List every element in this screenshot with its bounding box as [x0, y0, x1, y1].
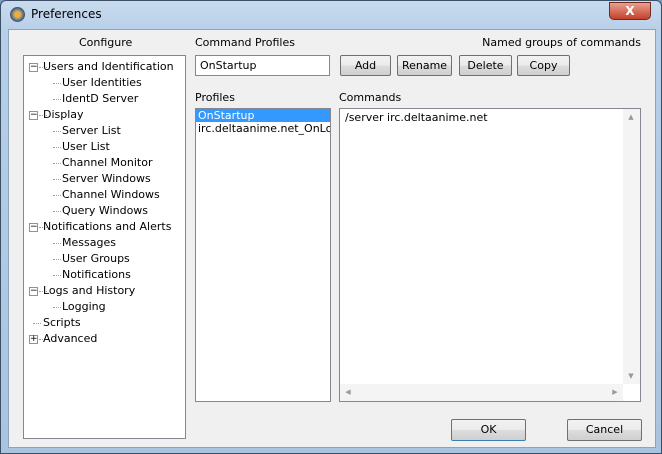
- configure-tree[interactable]: − Users and Identification User Identities…: [23, 55, 186, 439]
- delete-button[interactable]: Delete: [459, 55, 512, 76]
- add-button[interactable]: Add: [340, 55, 391, 76]
- commands-textarea[interactable]: /server irc.deltaanime.net ▲ ▼ ◀ ▶: [339, 108, 641, 402]
- window-title: Preferences: [31, 7, 102, 21]
- profiles-description: Named groups of commands: [482, 36, 641, 49]
- scroll-up-icon[interactable]: ▲: [623, 113, 639, 121]
- profile-item[interactable]: irc.deltaanime.net_OnLogg: [196, 122, 330, 135]
- tree-connector: [53, 83, 61, 84]
- copy-button[interactable]: Copy: [517, 55, 570, 76]
- tree-connector: [53, 243, 61, 244]
- tree-connector: [53, 259, 61, 260]
- command-profiles-label: Command Profiles: [195, 36, 295, 49]
- tree-item[interactable]: Channel Windows: [62, 188, 160, 202]
- tree-item[interactable]: Advanced: [43, 332, 97, 346]
- collapse-icon[interactable]: −: [29, 63, 38, 72]
- app-icon: [10, 7, 25, 22]
- collapse-icon[interactable]: −: [29, 223, 38, 232]
- rename-button[interactable]: Rename: [397, 55, 452, 76]
- profiles-label: Profiles: [195, 91, 235, 104]
- tree-connector: [53, 307, 61, 308]
- tree-connector: [53, 275, 61, 276]
- profile-name-input[interactable]: OnStartup: [195, 55, 330, 76]
- tree-item[interactable]: Query Windows: [62, 204, 148, 218]
- profile-item[interactable]: OnStartup: [196, 109, 330, 122]
- tree-item[interactable]: User Groups: [62, 252, 130, 266]
- collapse-icon[interactable]: −: [29, 111, 38, 120]
- collapse-icon[interactable]: −: [29, 287, 38, 296]
- ok-button[interactable]: OK: [451, 419, 526, 441]
- tree-item[interactable]: Notifications and Alerts: [43, 220, 171, 234]
- tree-item[interactable]: IdentD Server: [62, 92, 138, 106]
- tree-item[interactable]: Notifications: [62, 268, 131, 282]
- close-button[interactable]: X: [609, 2, 651, 20]
- scroll-right-icon[interactable]: ▶: [607, 388, 623, 396]
- tree-item[interactable]: Users and Identification: [43, 60, 174, 74]
- tree-connector: [53, 147, 61, 148]
- tree-connector: [53, 179, 61, 180]
- tree-connector: [53, 131, 61, 132]
- tree-item[interactable]: Scripts: [43, 316, 81, 330]
- preferences-window: Preferences X Configure − Users and Ident…: [0, 0, 662, 454]
- profiles-list[interactable]: OnStartup irc.deltaanime.net_OnLogg: [195, 108, 331, 402]
- tree-item[interactable]: Server List: [62, 124, 121, 138]
- tree-item[interactable]: User List: [62, 140, 110, 154]
- tree-item[interactable]: User Identities: [62, 76, 142, 90]
- dialog-body: Configure − Users and Identification User …: [8, 29, 656, 448]
- tree-connector: [53, 195, 61, 196]
- scroll-left-icon[interactable]: ◀: [340, 388, 356, 396]
- tree-connector: [53, 163, 61, 164]
- tree-connector: [53, 211, 61, 212]
- expand-icon[interactable]: +: [29, 335, 38, 344]
- cancel-button[interactable]: Cancel: [567, 419, 642, 441]
- configure-label: Configure: [79, 36, 133, 49]
- commands-text[interactable]: /server irc.deltaanime.net: [345, 111, 488, 124]
- vertical-scrollbar[interactable]: ▲ ▼: [623, 109, 640, 384]
- tree-item[interactable]: Logging: [62, 300, 106, 314]
- tree-item[interactable]: Logs and History: [43, 284, 135, 298]
- tree-item[interactable]: Channel Monitor: [62, 156, 152, 170]
- tree-connector: [33, 323, 41, 324]
- tree-item[interactable]: Messages: [62, 236, 116, 250]
- commands-label: Commands: [339, 91, 402, 104]
- horizontal-scrollbar[interactable]: ◀ ▶: [340, 384, 623, 401]
- tree-item[interactable]: Display: [43, 108, 84, 122]
- tree-connector: [53, 99, 61, 100]
- tree-item[interactable]: Server Windows: [62, 172, 151, 186]
- scroll-down-icon[interactable]: ▼: [623, 372, 639, 380]
